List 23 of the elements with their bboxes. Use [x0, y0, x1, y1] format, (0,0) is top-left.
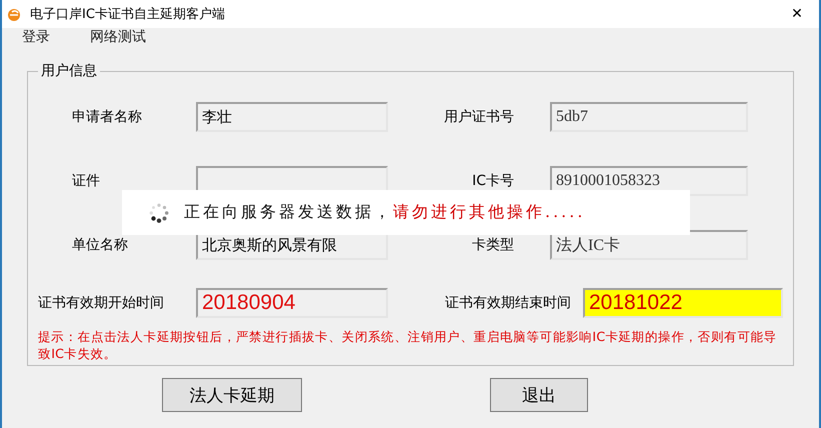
field-label: IC卡号 [471, 172, 515, 190]
menu-item[interactable]: 网络测试 [90, 28, 146, 52]
field-label: 单位名称 [71, 236, 129, 254]
group-title: 用户信息 [40, 62, 98, 80]
window-title: 电子口岸IC卡证书自主延期客户端 [30, 6, 225, 23]
date-field[interactable]: 20180904 [196, 288, 388, 318]
field-label: 证书有效期结束时间 [444, 294, 572, 312]
loading-message: 正在向服务器发送数据，请勿进行其他操作..... [184, 202, 586, 223]
text-field[interactable]: 李壮 [196, 102, 388, 132]
field-label: 证书有效期开始时间 [38, 294, 165, 312]
app-icon [6, 6, 22, 22]
field-label: 卡类型 [471, 236, 515, 254]
field-label: 申请者名称 [71, 108, 143, 126]
spinner-icon [148, 202, 170, 224]
date-field[interactable]: 20181022 [583, 288, 783, 318]
menu-item[interactable]: 登录 [22, 28, 50, 52]
action-button[interactable]: 法人卡延期 [162, 378, 302, 412]
action-button[interactable]: 退出 [490, 378, 588, 412]
warning-text: 提示：在点击法人卡延期按钮后，严禁进行插拔卡、关闭系统、注销用户、重启电脑等可能影响IC卡延期的操作，否则有可能导致IC卡失效。 [38, 328, 778, 362]
field-label: 用户证书号 [443, 108, 515, 126]
text-field[interactable]: 5db7 [550, 102, 748, 132]
field-label: 证件 [71, 172, 101, 190]
close-button[interactable]: ✕ [787, 6, 807, 22]
